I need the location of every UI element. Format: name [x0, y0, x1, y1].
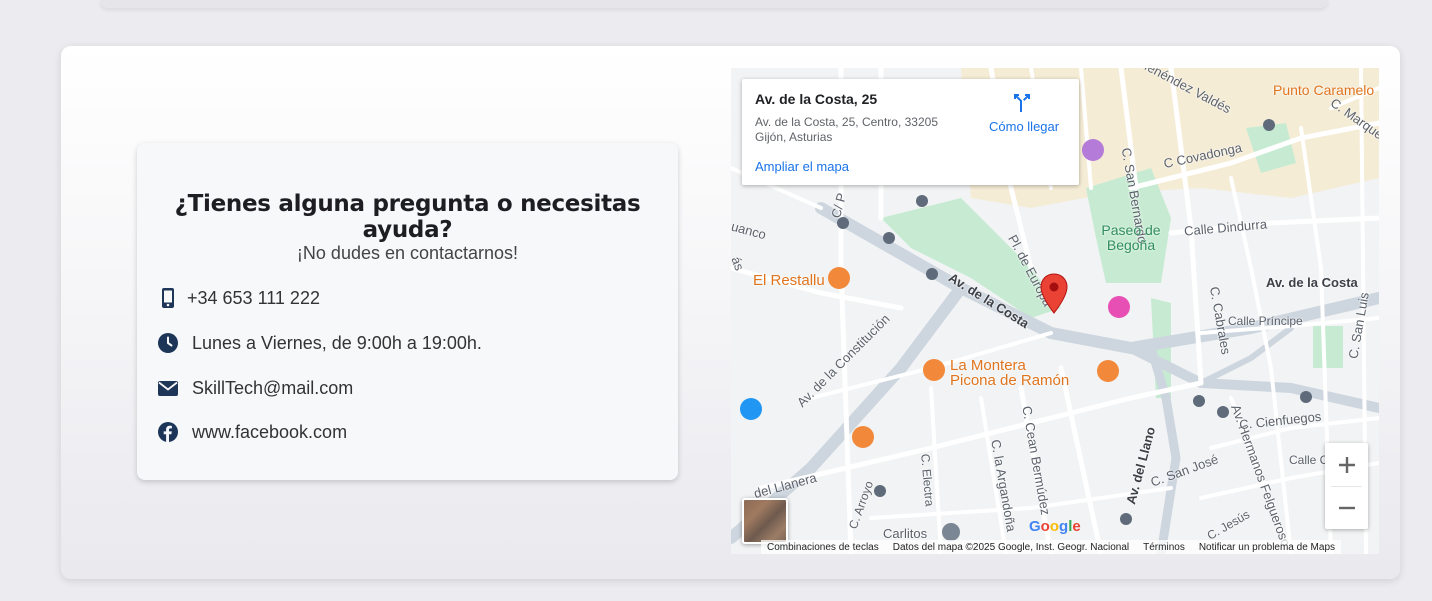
enlarge-map-link[interactable]: Ampliar el mapa: [755, 159, 849, 174]
address-line: Av. de la Costa, 25, Centro, 33205: [755, 115, 939, 129]
previous-section-edge: [100, 0, 1328, 8]
report-problem-link[interactable]: Notificar un problema de Maps: [1199, 542, 1335, 553]
directions-link[interactable]: Cómo llegar: [989, 119, 1059, 134]
envelope-icon: [157, 377, 179, 399]
place-info-card: Av. de la Costa, 25 Av. de la Costa, 25,…: [742, 79, 1079, 185]
directions-icon[interactable]: [1010, 91, 1034, 115]
address-line: Gijón, Asturias: [755, 130, 833, 144]
zoom-controls: [1325, 443, 1368, 529]
phone-icon: [157, 287, 179, 309]
contact-card: ¿Tienes alguna pregunta o necesitas ayud…: [137, 143, 678, 480]
email-text: SkillTech@mail.com: [192, 377, 354, 398]
facebook-row: www.facebook.com: [157, 421, 347, 443]
terms-link[interactable]: Términos: [1143, 542, 1185, 553]
place-name: Av. de la Costa, 25: [755, 91, 878, 107]
zoom-in-button[interactable]: [1325, 443, 1368, 486]
facebook-text: www.facebook.com: [192, 421, 348, 442]
clock-icon: [157, 332, 179, 354]
map-attribution-bar: Combinaciones de teclas Datos del mapa ©…: [761, 540, 1342, 554]
google-logo: Google: [1029, 518, 1081, 535]
map-data-credit: Datos del mapa ©2025 Google, Inst. Geogr…: [892, 541, 1130, 553]
contact-subtitle: ¡No dudes en contactarnos!: [296, 243, 519, 263]
minus-icon: [1338, 506, 1355, 509]
contact-title: ¿Tienes alguna pregunta o necesitas ayud…: [174, 191, 641, 243]
phone-text: +34 653 111 222: [187, 287, 320, 308]
satellite-layer-toggle[interactable]: [742, 498, 788, 544]
location-marker-icon[interactable]: [1039, 273, 1069, 315]
place-address: Av. de la Costa, 25, Centro, 33205 Gijón…: [755, 115, 955, 145]
hours-text: Lunes a Viernes, de 9:00h a 19:00h.: [192, 332, 482, 353]
phone-row: +34 653 111 222: [157, 287, 320, 309]
facebook-icon: [157, 421, 179, 443]
hours-row: Lunes a Viernes, de 9:00h a 19:00h.: [157, 332, 482, 354]
embedded-map[interactable]: Menéndez Valdés Punto Caramelo C. Marqué…: [731, 68, 1379, 554]
keyboard-shortcuts-link[interactable]: Combinaciones de teclas: [767, 542, 879, 553]
zoom-out-button[interactable]: [1325, 486, 1368, 529]
email-row: SkillTech@mail.com: [157, 377, 353, 399]
plus-icon: [1338, 456, 1355, 473]
